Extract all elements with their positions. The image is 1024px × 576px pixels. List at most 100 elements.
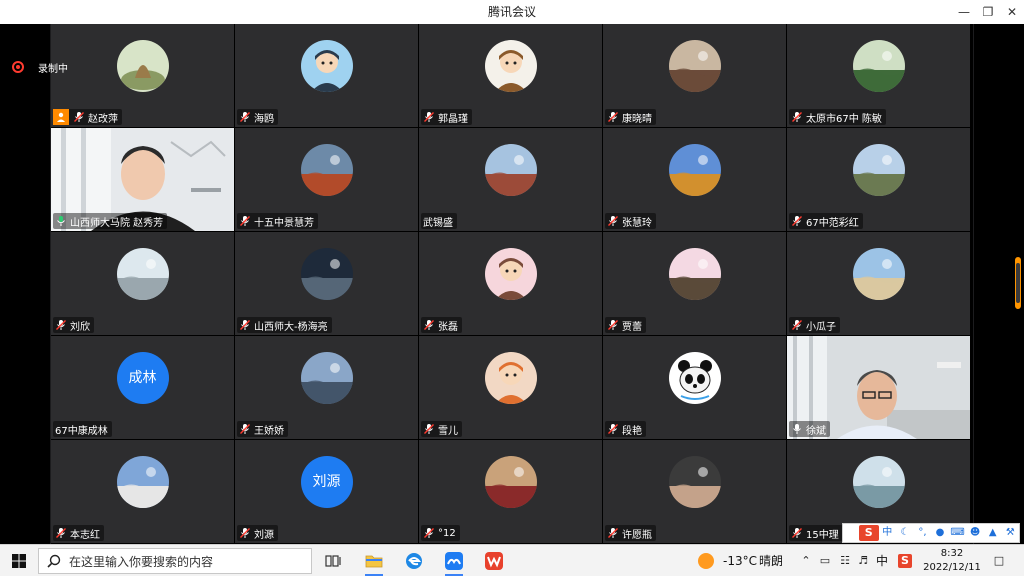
participant-tile[interactable]: 本志红 [51,440,234,543]
participant-tile[interactable]: 贾蕾 [603,232,786,335]
mic-muted-icon [55,527,67,539]
mic-muted-icon [607,111,619,123]
participant-tile[interactable]: 67中范彩红 [787,128,970,231]
voice-icon[interactable]: ● [931,525,949,541]
wps-office-icon[interactable] [481,549,507,573]
participant-avatar [116,40,169,92]
ime-mode-toggle[interactable]: 中 [879,525,897,541]
weather-temperature[interactable]: -13°C [723,545,757,576]
participant-name-bar: 十五中景慧芳 [237,213,318,229]
participant-name: 许愿瓶 [622,529,652,541]
record-icon [12,61,24,73]
participant-name: 本志红 [70,529,100,541]
system-clock[interactable]: 8:32 2022/12/11 [920,547,984,575]
participant-name-bar: 山西师大-杨海亮 [237,317,332,333]
participant-avatar [300,144,353,196]
participant-avatar [668,248,721,300]
participant-avatar [668,40,721,92]
mic-muted-icon [239,423,251,435]
sogou-ime-icon[interactable]: S [859,525,879,541]
wrench-icon[interactable]: ⚒ [1001,525,1019,541]
weather-sun-icon[interactable] [698,553,714,569]
ime-indicator[interactable]: 中 [876,545,888,576]
participant-name: 山西师大马院 赵秀芳 [70,217,164,229]
participant-name: 刘欣 [70,321,90,333]
recording-indicator[interactable]: 录制中 [12,57,68,77]
participant-tile[interactable]: 郭晶瑾 [419,24,602,127]
participant-name-bar: 雪儿 [421,421,462,437]
participant-tile[interactable]: 刘欣 [51,232,234,335]
punctuation-icon[interactable]: °, [914,525,932,541]
window-titlebar[interactable]: 腾讯会议 — ❐ ✕ [0,0,1024,24]
taskbar-search-box[interactable]: 在这里输入你要搜索的内容 [38,548,312,574]
participant-tile[interactable]: 海鸥 [235,24,418,127]
participant-name: 王娇娇 [254,425,284,437]
chevron-up-icon[interactable]: ⌃ [799,554,813,568]
participant-name: 15中理 [806,529,839,541]
participant-tile[interactable]: 许愿瓶 [603,440,786,543]
participant-tile[interactable]: 段艳 [603,336,786,439]
close-icon[interactable]: ✕ [998,0,1024,24]
file-explorer-icon[interactable] [361,549,387,576]
participant-tile[interactable]: 雪儿 [419,336,602,439]
participant-name-bar: 贾蕾 [605,317,646,333]
participant-avatar [300,352,353,404]
task-view-icon[interactable] [320,549,346,573]
participant-avatar [852,456,905,508]
participant-tile[interactable]: 康晓晴 [603,24,786,127]
moon-icon[interactable]: ☾ [896,525,914,541]
battery-icon[interactable]: ▭ [818,554,832,568]
network-icon[interactable]: ☷ [838,554,852,568]
host-icon [53,109,69,125]
windows-taskbar: 在这里输入你要搜索的内容 -13°C 晴朗 ⌃ ▭ ☷ ♬ 中 S 8:32 2… [0,544,1024,576]
keyboard-icon[interactable]: ⌨ [949,525,967,541]
participant-avatar [484,40,537,92]
participant-name: 十五中景慧芳 [254,217,314,229]
participant-tile[interactable]: 张磊 [419,232,602,335]
participant-name-bar: 太原市67中 陈敏 [789,109,886,125]
participant-tile[interactable]: 太原市67中 陈敏 [787,24,970,127]
participant-tile[interactable]: 山西师大-杨海亮 [235,232,418,335]
mic-muted-icon [791,215,803,227]
edge-browser-icon[interactable] [401,549,427,573]
mic-muted-icon [607,215,619,227]
volume-icon[interactable]: ♬ [856,554,870,568]
participant-tile[interactable]: 徐斌 [787,336,970,439]
participant-tile[interactable]: 武锡盛 [419,128,602,231]
participant-tile[interactable]: 刘源 刘源 [235,440,418,543]
mic-muted-icon [55,319,67,331]
participant-tile[interactable]: 赵改萍 [51,24,234,127]
user-icon[interactable]: ☻ [966,525,984,541]
ime-toolbar[interactable]: S 中 ☾ °, ● ⌨ ☻ ▲ ⚒ [842,523,1020,543]
start-button[interactable] [0,545,38,576]
tencent-meeting-icon[interactable] [441,549,467,576]
participant-name: 武锡盛 [423,217,453,229]
participant-tile[interactable]: °12 [419,440,602,543]
skin-icon[interactable]: ▲ [984,525,1002,541]
left-margin [0,24,50,544]
weather-condition[interactable]: 晴朗 [759,545,783,576]
participant-tile[interactable]: 成林 67中康成林 [51,336,234,439]
mic-muted-icon [239,215,251,227]
search-icon [47,554,61,568]
participant-name-bar: 徐斌 [789,421,830,437]
participant-name-bar: 许愿瓶 [605,525,656,541]
participant-tile[interactable]: 张慧玲 [603,128,786,231]
participant-avatar: 刘源 [300,456,353,508]
participant-name: 段艳 [622,425,642,437]
participant-name-bar: 张慧玲 [605,213,656,229]
side-panel-handle[interactable] [1015,257,1021,309]
mic-muted-icon [791,527,803,539]
participant-name-bar: 王娇娇 [237,421,288,437]
participant-name-bar: 刘欣 [53,317,94,333]
participant-tile[interactable]: 小瓜子 [787,232,970,335]
participant-tile[interactable]: 山西师大马院 赵秀芳 [51,128,234,231]
participant-name-bar: °12 [421,525,460,541]
participant-tile[interactable]: 王娇娇 [235,336,418,439]
recording-label: 录制中 [38,63,68,75]
participant-name: 太原市67中 陈敏 [806,113,882,125]
sogou-tray-icon[interactable]: S [898,554,912,568]
participant-tile[interactable]: 十五中景慧芳 [235,128,418,231]
notification-icon[interactable]: □ [992,554,1006,568]
participant-name: 67中康成林 [55,425,108,437]
